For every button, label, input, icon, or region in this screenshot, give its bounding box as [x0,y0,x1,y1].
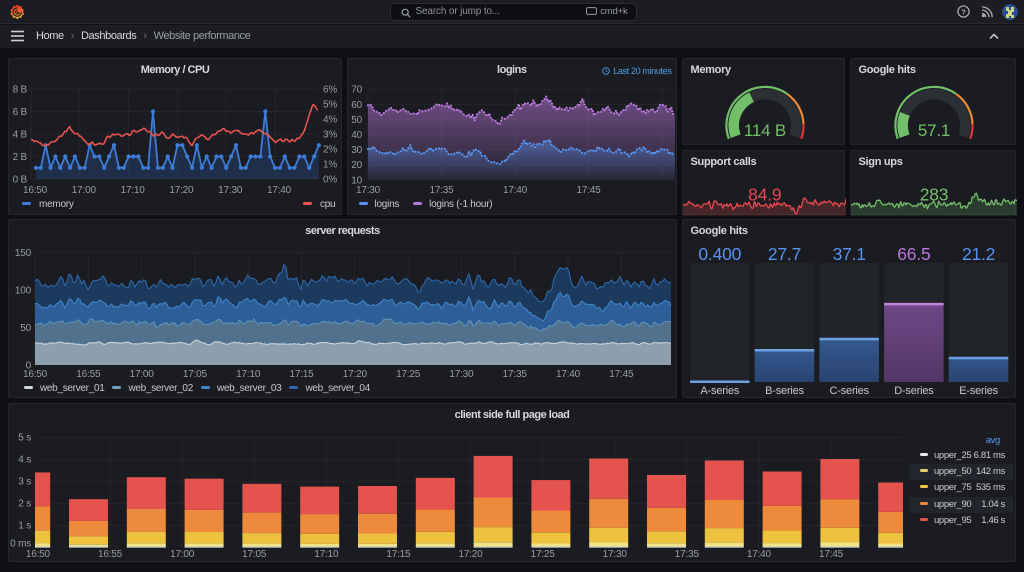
svg-text:17:00: 17:00 [72,185,97,196]
svg-text:17:25: 17:25 [396,369,421,380]
svg-text:16:55: 16:55 [76,369,101,380]
svg-text:17:20: 17:20 [343,369,368,380]
svg-text:16:50: 16:50 [23,185,48,196]
svg-text:4%: 4% [323,115,337,126]
svg-text:17:10: 17:10 [121,185,146,196]
svg-text:2 s: 2 s [18,499,31,510]
svg-text:21.2: 21.2 [961,244,994,264]
svg-text:17:10: 17:10 [314,549,339,560]
svg-text:17:00: 17:00 [130,369,155,380]
svg-text:100: 100 [15,286,32,297]
svg-text:3 s: 3 s [18,477,31,488]
svg-text:6 B: 6 B [13,107,28,118]
svg-text:40: 40 [351,130,362,141]
svg-text:114 B: 114 B [743,121,785,140]
svg-text:17:05: 17:05 [183,369,208,380]
svg-text:17:15: 17:15 [289,369,314,380]
svg-text:D-series: D-series [894,385,934,397]
svg-text:16:50: 16:50 [26,549,51,560]
svg-text:2%: 2% [323,145,337,156]
svg-text:17:35: 17:35 [503,369,528,380]
svg-text:A-series: A-series [700,385,739,397]
svg-text:17:30: 17:30 [218,185,243,196]
svg-text:0 B: 0 B [13,175,28,186]
svg-text:17:30: 17:30 [449,369,474,380]
svg-text:150: 150 [15,248,32,259]
svg-text:17:35: 17:35 [675,549,700,560]
svg-text:1%: 1% [323,160,337,171]
svg-text:17:40: 17:40 [556,369,581,380]
svg-text:2 B: 2 B [13,152,28,163]
svg-text:27.7: 27.7 [767,244,800,264]
svg-text:60: 60 [351,100,362,111]
svg-text:17:40: 17:40 [747,549,772,560]
svg-text:17:15: 17:15 [386,549,411,560]
svg-text:84.9: 84.9 [748,185,781,205]
svg-text:283: 283 [919,185,948,205]
svg-text:30: 30 [351,145,362,156]
svg-text:17:40: 17:40 [267,185,292,196]
svg-text:B-series: B-series [765,385,804,397]
svg-text:17:30: 17:30 [603,549,628,560]
svg-text:17:30: 17:30 [355,185,380,196]
svg-text:17:05: 17:05 [242,549,267,560]
svg-text:66.5: 66.5 [897,244,930,264]
svg-text:17:35: 17:35 [429,185,454,196]
svg-text:17:45: 17:45 [609,369,634,380]
svg-text:17:00: 17:00 [170,549,195,560]
svg-text:1 s: 1 s [18,521,31,532]
svg-text:50: 50 [351,115,362,126]
svg-text:0%: 0% [323,175,337,186]
svg-text:6%: 6% [323,85,337,96]
svg-text:5 s: 5 s [18,433,31,444]
svg-text:16:50: 16:50 [23,369,48,380]
svg-text:17:20: 17:20 [458,549,483,560]
svg-text:17:20: 17:20 [169,185,194,196]
svg-text:8 B: 8 B [13,85,28,96]
svg-text:3%: 3% [323,130,337,141]
svg-text:20: 20 [351,160,362,171]
svg-text:17:45: 17:45 [819,549,844,560]
svg-text:C-series: C-series [829,385,869,397]
svg-text:37.1: 37.1 [832,244,865,264]
svg-text:57.1: 57.1 [917,121,949,140]
svg-text:5%: 5% [323,100,337,111]
svg-text:17:25: 17:25 [531,549,556,560]
svg-text:17:40: 17:40 [502,185,527,196]
svg-text:0 ms: 0 ms [10,539,31,550]
svg-text:17:45: 17:45 [576,185,601,196]
svg-text:?: ? [961,7,966,16]
svg-text:17:10: 17:10 [236,369,261,380]
svg-text:16:55: 16:55 [98,549,123,560]
svg-text:4 s: 4 s [18,455,31,466]
svg-text:70: 70 [351,85,362,96]
svg-text:E-series: E-series [959,385,998,397]
svg-text:50: 50 [20,323,31,334]
svg-text:4 B: 4 B [13,130,28,141]
svg-text:0.400: 0.400 [698,244,741,264]
